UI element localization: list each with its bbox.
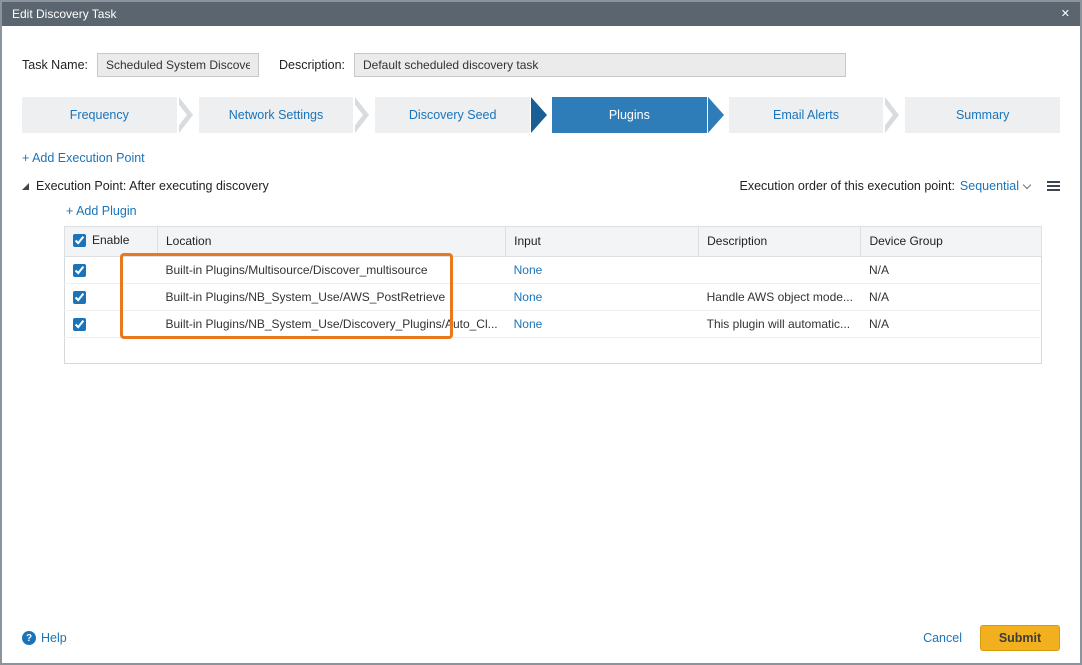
empty-table-space	[65, 338, 1042, 364]
plugin-location: Built-in Plugins/Multisource/Discover_mu…	[158, 256, 506, 283]
location-column-header: Location	[158, 227, 506, 257]
plugin-input-link[interactable]: None	[514, 317, 543, 331]
tab-discovery-seed[interactable]: Discovery Seed	[375, 97, 530, 133]
table-header-row: Enable Location Input Description Device…	[65, 227, 1042, 257]
plugin-description: This plugin will automatic...	[699, 311, 861, 338]
menu-icon[interactable]	[1047, 181, 1060, 191]
tab-frequency[interactable]: Frequency	[22, 97, 177, 133]
collapse-triangle-icon[interactable]	[22, 183, 29, 190]
plugin-input-link[interactable]: None	[514, 290, 543, 304]
task-form-row: Task Name: Description:	[22, 53, 1060, 77]
tab-network-settings[interactable]: Network Settings	[199, 97, 354, 133]
tab-email-alerts[interactable]: Email Alerts	[729, 97, 884, 133]
table-row[interactable]: Built-in Plugins/NB_System_Use/AWS_PostR…	[65, 283, 1042, 310]
wizard-tabs: Frequency Network Settings Discovery See…	[22, 97, 1060, 133]
titlebar: Edit Discovery Task ✕	[2, 2, 1080, 26]
description-label: Description:	[279, 58, 345, 72]
table-row[interactable]: Built-in Plugins/NB_System_Use/Discovery…	[65, 311, 1042, 338]
table-row[interactable]: Built-in Plugins/Multisource/Discover_mu…	[65, 256, 1042, 283]
edit-discovery-task-dialog: Edit Discovery Task ✕ Task Name: Descrip…	[0, 0, 1082, 665]
plugin-device-group: N/A	[861, 256, 1042, 283]
device-group-column-header: Device Group	[861, 227, 1042, 257]
dialog-title: Edit Discovery Task	[12, 7, 116, 21]
enable-column-header: Enable	[92, 233, 129, 247]
add-execution-point-link[interactable]: + Add Execution Point	[22, 151, 145, 165]
help-link[interactable]: ? Help	[22, 631, 67, 645]
add-plugin-link[interactable]: + Add Plugin	[66, 204, 137, 218]
execution-point-title: Execution Point: After executing discove…	[36, 179, 269, 193]
select-all-checkbox[interactable]	[73, 234, 86, 247]
tab-separator-icon	[353, 97, 375, 133]
tab-plugins[interactable]: Plugins	[552, 97, 707, 133]
tab-summary[interactable]: Summary	[905, 97, 1060, 133]
help-icon: ?	[22, 631, 36, 645]
submit-button[interactable]: Submit	[980, 625, 1060, 651]
description-column-header: Description	[699, 227, 861, 257]
cancel-button[interactable]: Cancel	[923, 631, 962, 645]
plugin-device-group: N/A	[861, 283, 1042, 310]
execution-point-header: Execution Point: After executing discove…	[22, 179, 1060, 193]
tab-arrow-icon	[707, 97, 729, 133]
plugin-input-link[interactable]: None	[514, 263, 543, 277]
plugin-device-group: N/A	[861, 311, 1042, 338]
help-label[interactable]: Help	[41, 631, 67, 645]
plugins-table: Enable Location Input Description Device…	[64, 226, 1042, 364]
close-icon[interactable]: ✕	[1061, 9, 1070, 20]
plugin-description: Handle AWS object mode...	[699, 283, 861, 310]
task-name-input[interactable]	[97, 53, 259, 77]
row-enable-checkbox[interactable]	[73, 291, 86, 304]
dialog-footer: ? Help Cancel Submit	[22, 625, 1060, 663]
dialog-body: Task Name: Description: Frequency Networ…	[2, 26, 1080, 663]
description-input[interactable]	[354, 53, 846, 77]
chevron-down-icon[interactable]	[1023, 181, 1031, 189]
execution-order-label: Execution order of this execution point:	[740, 179, 955, 193]
task-name-label: Task Name:	[22, 58, 88, 72]
row-enable-checkbox[interactable]	[73, 318, 86, 331]
plugin-location: Built-in Plugins/NB_System_Use/Discovery…	[158, 311, 506, 338]
plugin-location: Built-in Plugins/NB_System_Use/AWS_PostR…	[158, 283, 506, 310]
plugin-description	[699, 256, 861, 283]
tab-separator-icon	[177, 97, 199, 133]
row-enable-checkbox[interactable]	[73, 264, 86, 277]
execution-order-dropdown[interactable]: Sequential	[960, 179, 1019, 193]
input-column-header: Input	[506, 227, 699, 257]
tab-separator-icon	[883, 97, 905, 133]
tab-arrow-icon	[530, 97, 552, 133]
